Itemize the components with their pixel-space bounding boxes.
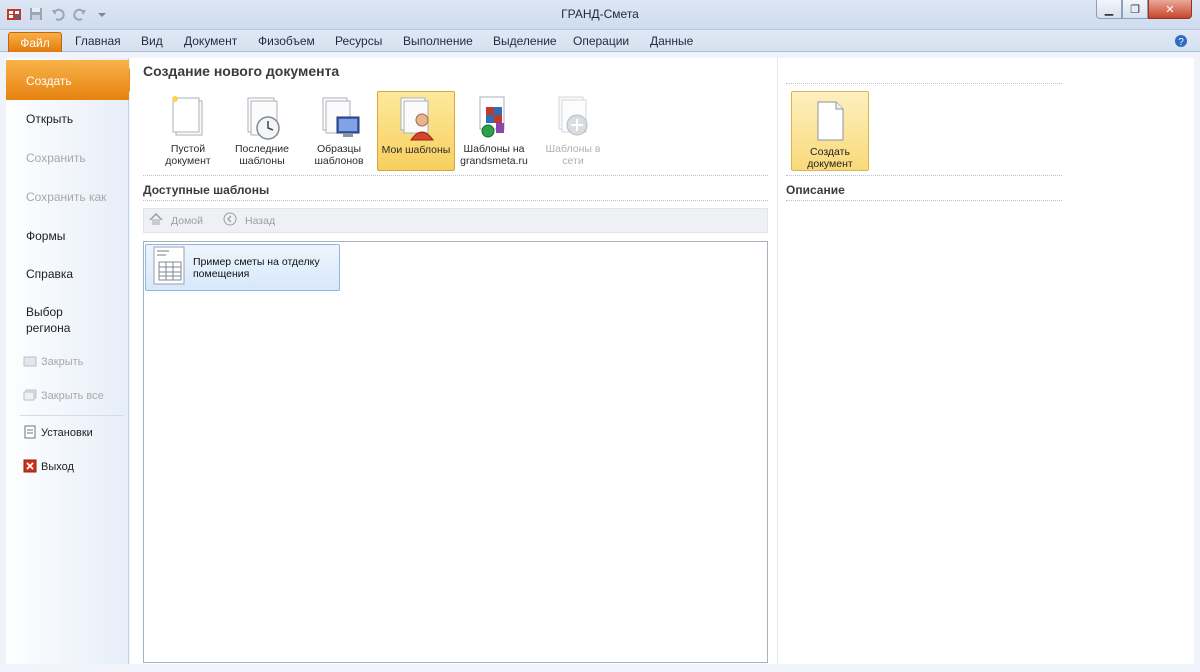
- close-all-icon: [23, 389, 37, 404]
- side-divider: [786, 83, 1062, 84]
- spreadsheet-icon: [153, 246, 187, 289]
- tab-selection[interactable]: Выделение: [493, 34, 557, 48]
- template-type-label: Мои шаблоны: [381, 144, 451, 156]
- page-title: Создание нового документа: [143, 63, 340, 79]
- tab-view[interactable]: Вид: [141, 34, 163, 48]
- recent-templates-icon: [240, 95, 284, 141]
- tab-file[interactable]: Файл: [8, 32, 62, 52]
- restore-icon: ❐: [1130, 3, 1140, 16]
- nav-create[interactable]: Создать: [6, 60, 139, 100]
- nav-close[interactable]: Закрыть: [6, 352, 129, 372]
- network-templates-icon: [551, 95, 595, 141]
- web-templates-icon: [472, 95, 516, 141]
- nav-open-label: Открыть: [26, 112, 74, 126]
- template-type-label: Последние шаблоны: [234, 143, 289, 167]
- home-icon[interactable]: [149, 212, 163, 229]
- nav-close-all-label: Закрыть все: [41, 390, 104, 402]
- nav-create-label: Создать: [26, 74, 72, 88]
- exit-icon: [23, 459, 37, 476]
- nav-open[interactable]: Открыть: [6, 111, 129, 149]
- title-bar: ГРАНД-Смета ▁ ❐ ✕: [0, 0, 1200, 30]
- nav-region-label: Выбор региона: [26, 305, 71, 335]
- nav-settings-label: Установки: [41, 427, 93, 439]
- tab-execution[interactable]: Выполнение: [403, 34, 473, 48]
- divider: [143, 175, 768, 176]
- maximize-button[interactable]: ❐: [1122, 0, 1148, 19]
- blank-document-icon: [166, 95, 210, 141]
- nav-help[interactable]: Справка: [6, 266, 129, 304]
- nav-help-label: Справка: [26, 267, 74, 281]
- my-templates-icon: [394, 96, 438, 142]
- nav-save-label: Сохранить: [26, 151, 86, 165]
- nav-settings[interactable]: Установки: [6, 423, 129, 443]
- back-link[interactable]: Назад: [245, 215, 275, 227]
- template-type-label: Образцы шаблонов: [314, 143, 364, 167]
- svg-text:?: ?: [1178, 37, 1184, 48]
- nav-close-all[interactable]: Закрыть все: [6, 386, 129, 406]
- template-type-samples[interactable]: Образцы шаблонов: [300, 91, 378, 171]
- home-link[interactable]: Домой: [171, 215, 203, 227]
- window-controls: ▁ ❐ ✕: [1096, 0, 1192, 19]
- nav-region[interactable]: Выбор региона: [6, 304, 96, 338]
- sample-templates-icon: [317, 95, 361, 141]
- description-title: Описание: [786, 183, 845, 197]
- tab-document[interactable]: Документ: [184, 34, 237, 48]
- tab-resources[interactable]: Ресурсы: [335, 34, 382, 48]
- close-icon: ✕: [1165, 3, 1175, 16]
- nav-exit-label: Выход: [41, 461, 74, 473]
- tab-data[interactable]: Данные: [650, 34, 693, 48]
- template-type-label: Шаблоны в сети: [545, 143, 601, 167]
- template-name: Пример сметы на отделку помещения: [193, 255, 320, 280]
- nav-exit[interactable]: Выход: [6, 457, 129, 477]
- create-document-label: Создать документ: [807, 146, 853, 170]
- template-type-network[interactable]: Шаблоны в сети: [534, 91, 612, 171]
- template-type-label: Пустой документ: [165, 143, 211, 167]
- available-templates-title: Доступные шаблоны: [143, 183, 270, 197]
- nav-close-label: Закрыть: [41, 356, 84, 368]
- template-type-web[interactable]: Шаблоны на grandsmeta.ru: [455, 91, 533, 171]
- settings-icon: [23, 425, 37, 442]
- ribbon-tabs: Файл Главная Вид Документ Физобъем Ресур…: [0, 30, 1200, 52]
- divider: [143, 200, 768, 201]
- list-item[interactable]: Пример сметы на отделку помещения: [145, 244, 340, 291]
- minimize-icon: ▁: [1104, 3, 1114, 16]
- nav-forms-label: Формы: [26, 229, 66, 243]
- template-type-my-templates[interactable]: Мои шаблоны: [377, 91, 455, 171]
- template-type-recent[interactable]: Последние шаблоны: [223, 91, 301, 171]
- tab-operations[interactable]: Операции: [573, 34, 629, 48]
- template-list: Пример сметы на отделку помещения: [143, 241, 768, 663]
- nav-save-as-label: Сохранить как: [26, 190, 107, 204]
- help-icon[interactable]: ?: [1174, 34, 1188, 51]
- template-type-blank[interactable]: Пустой документ: [149, 91, 227, 171]
- nav-divider: [20, 415, 124, 416]
- nav-save[interactable]: Сохранить: [6, 150, 129, 188]
- nav-forms[interactable]: Формы: [6, 228, 129, 266]
- window-title: ГРАНД-Смета: [561, 7, 639, 21]
- backstage-content: Создание нового документа Пустой докумен…: [130, 58, 1194, 664]
- new-document-icon: [810, 98, 850, 144]
- minimize-button[interactable]: ▁: [1096, 0, 1122, 19]
- close-button[interactable]: ✕: [1148, 0, 1192, 19]
- create-document-button[interactable]: Создать документ: [791, 91, 869, 171]
- close-doc-icon: [23, 355, 37, 370]
- tab-home[interactable]: Главная: [75, 34, 121, 48]
- backstage-nav: Создать Открыть Сохранить Сохранить как …: [6, 58, 139, 664]
- divider: [786, 175, 1062, 176]
- nav-save-as[interactable]: Сохранить как: [6, 189, 129, 227]
- tab-physical-volume[interactable]: Физобъем: [258, 34, 315, 48]
- template-path-bar: Домой Назад: [143, 208, 768, 233]
- divider: [786, 200, 1062, 201]
- column-divider: [777, 58, 778, 664]
- template-type-label: Шаблоны на grandsmeta.ru: [460, 143, 528, 167]
- back-icon[interactable]: [223, 212, 237, 229]
